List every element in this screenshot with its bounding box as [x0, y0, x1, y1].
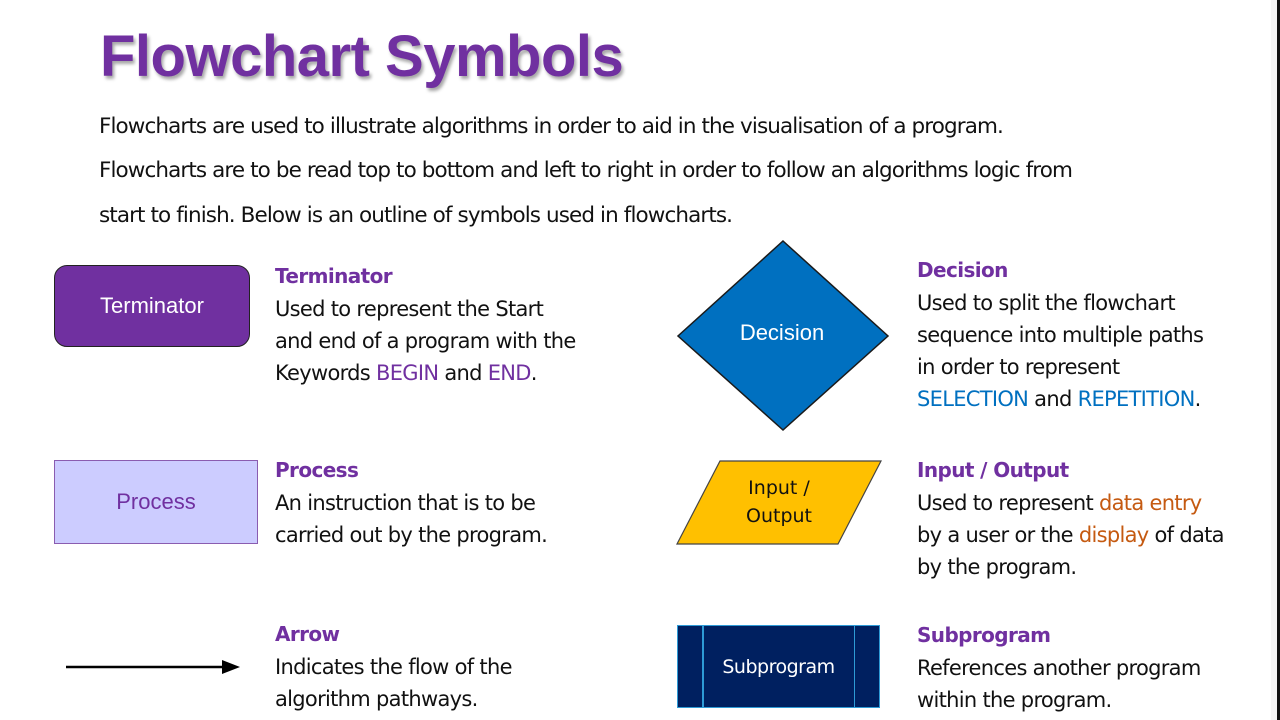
decision-heading: Decision: [917, 258, 1008, 282]
terminator-heading: Terminator: [275, 264, 393, 288]
arrow-heading: Arrow: [275, 622, 340, 646]
subprogram-left-bar: [702, 626, 704, 707]
text: .: [1194, 387, 1202, 411]
io-desc-line: Used to represent data entry: [917, 487, 1224, 519]
text: by a user or the: [917, 523, 1079, 547]
intro-line-1: Flowcharts are used to illustrate algori…: [99, 114, 1004, 139]
decision-symbol-label: Decision: [739, 320, 825, 345]
process-symbol: Process: [54, 460, 258, 544]
subprogram-desc-line: References another program: [917, 656, 1201, 680]
keyword-display: display: [1078, 523, 1149, 547]
decision-desc-line: in order to represent: [917, 355, 1120, 379]
subprogram-desc-line: within the program.: [917, 688, 1112, 712]
process-description: An instruction that is to be carried out…: [275, 487, 548, 551]
text: .: [530, 361, 538, 385]
terminator-desc-line: Used to represent the Start: [275, 297, 544, 321]
subprogram-right-bar: [853, 626, 855, 707]
io-desc-line: by a user or the display of data: [917, 519, 1225, 551]
arrow-desc-line: Indicates the flow of the: [275, 655, 513, 679]
terminator-symbol-label: Terminator: [100, 293, 204, 318]
decision-desc-line: sequence into multiple paths: [917, 323, 1204, 347]
intro-line-3: start to finish. Below is an outline of …: [99, 203, 733, 228]
subprogram-symbol-label: Subprogram: [722, 655, 835, 678]
io-desc-line: by the program.: [917, 555, 1077, 579]
terminator-description: Used to represent the Start and end of a…: [275, 293, 576, 389]
input-output-heading: Input / Output: [917, 458, 1069, 482]
keyword-repetition: REPETITION: [1077, 387, 1196, 411]
input-output-description: Used to represent data entry by a user o…: [917, 487, 1225, 583]
keyword-data-entry: data entry: [1099, 491, 1202, 515]
terminator-desc-line: and end of a program with the: [275, 329, 576, 353]
text: of data: [1148, 523, 1225, 547]
arrow-desc-line: algorithm pathways.: [275, 687, 478, 711]
text: and: [1028, 387, 1078, 411]
intro-line-2: Flowcharts are to be read top to bottom …: [99, 158, 1073, 183]
keyword-begin: BEGIN: [376, 361, 439, 385]
page-title: Flowchart Symbols: [100, 24, 624, 89]
subprogram-heading: Subprogram: [917, 623, 1051, 647]
process-desc-line: An instruction that is to be: [275, 491, 536, 515]
subprogram-symbol: Subprogram: [677, 625, 880, 708]
terminator-desc-line: Keywords BEGIN and END.: [275, 357, 576, 389]
text: Used to represent: [917, 491, 1099, 515]
keyword-end: END: [487, 361, 532, 385]
input-output-symbol-label: Input / Output: [728, 474, 830, 530]
arrow-symbol-icon: [66, 660, 240, 674]
process-symbol-label: Process: [116, 489, 196, 514]
decision-desc-line: Used to split the flowchart: [917, 291, 1176, 315]
decision-desc-line: SELECTION and REPETITION.: [917, 383, 1203, 415]
keyword-selection: SELECTION: [917, 387, 1029, 411]
process-desc-line: carried out by the program.: [275, 523, 548, 547]
arrow-description: Indicates the flow of the algorithm path…: [275, 651, 513, 715]
io-label-line-2: Output: [746, 505, 812, 527]
text: and: [438, 361, 488, 385]
terminator-symbol: Terminator: [54, 265, 250, 347]
process-heading: Process: [275, 458, 359, 482]
subprogram-description: References another program within the pr…: [917, 652, 1201, 716]
decision-description: Used to split the flowchart sequence int…: [917, 287, 1204, 415]
text: Keywords: [275, 361, 377, 385]
io-label-line-1: Input /: [748, 477, 810, 499]
